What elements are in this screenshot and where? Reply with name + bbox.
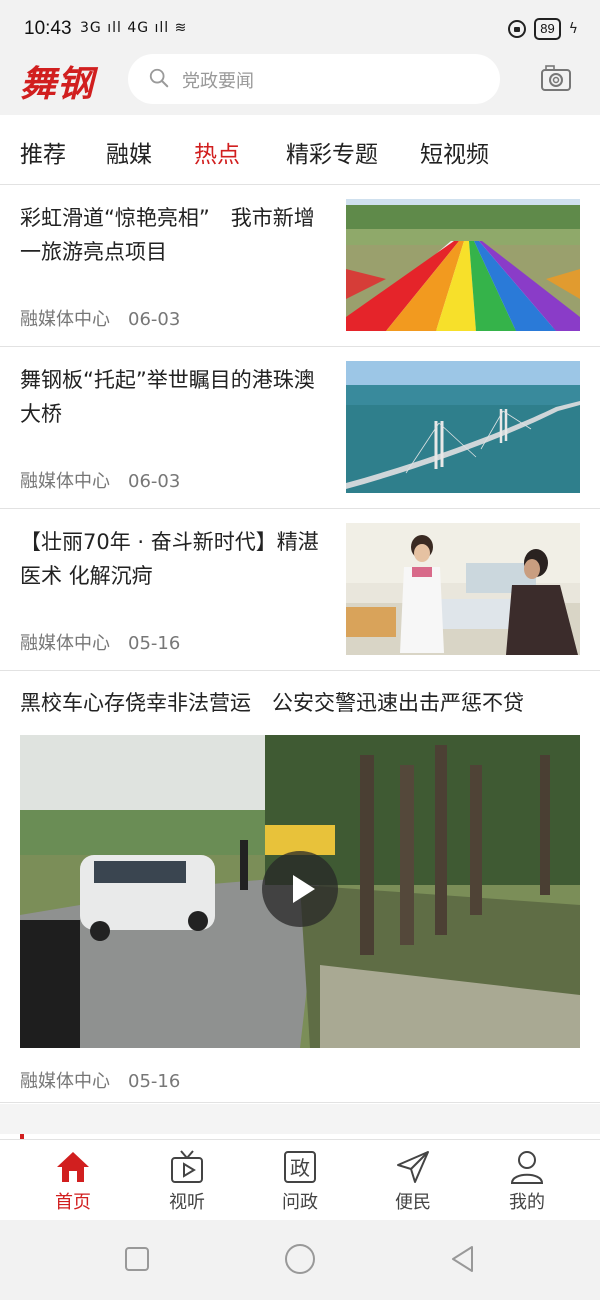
news-source: 融媒体中心 bbox=[20, 471, 110, 492]
video-player[interactable] bbox=[20, 735, 580, 1048]
news-source: 融媒体中心 bbox=[20, 309, 110, 330]
paper-plane-icon bbox=[397, 1151, 429, 1183]
news-item[interactable]: 【壮丽70年 · 奋斗新时代】精湛医术 化解沉疴 融媒体中心 05-16 bbox=[0, 509, 600, 671]
nav-label: 首页 bbox=[55, 1192, 91, 1213]
rainbow-slide-photo bbox=[346, 199, 580, 331]
video-meta: 融媒体中心 05-16 bbox=[20, 1067, 180, 1093]
news-source: 融媒体中心 bbox=[20, 633, 110, 654]
back-icon[interactable] bbox=[448, 1244, 478, 1274]
play-button[interactable] bbox=[262, 851, 338, 927]
channel-tabs: 推荐 融媒 热点 精彩专题 短视频 bbox=[0, 115, 600, 185]
bridge-photo bbox=[346, 361, 580, 493]
tab-hot[interactable]: 热点 bbox=[194, 135, 240, 169]
bottom-navigation: 首页 视听 政 问政 便民 我的 bbox=[0, 1139, 600, 1220]
news-meta: 融媒体中心 06-03 bbox=[20, 467, 180, 493]
news-date: 06-03 bbox=[128, 471, 181, 492]
nav-politics[interactable]: 政 问政 bbox=[250, 1148, 350, 1214]
tab-recommend[interactable]: 推荐 bbox=[20, 135, 66, 169]
zheng-icon: 政 bbox=[284, 1151, 316, 1183]
status-time: 10:43 bbox=[24, 18, 72, 39]
news-date: 06-03 bbox=[128, 309, 181, 330]
news-title: 彩虹滑道“惊艳亮相” 我市新增一旅游亮点项目 bbox=[20, 206, 315, 264]
home-icon bbox=[57, 1152, 89, 1182]
news-item[interactable]: 舞钢板“托起”举世瞩目的港珠澳大桥 融媒体中心 06-03 bbox=[0, 347, 600, 509]
search-bar[interactable]: 党政要闻 bbox=[128, 54, 500, 104]
nav-label: 视听 bbox=[169, 1192, 205, 1213]
nav-home[interactable]: 首页 bbox=[23, 1148, 123, 1214]
news-title: 舞钢板“托起”举世瞩目的港珠澳大桥 bbox=[20, 368, 315, 426]
camera-icon[interactable] bbox=[540, 63, 572, 93]
news-meta: 融媒体中心 05-16 bbox=[20, 629, 180, 655]
video-title: 黑校车心存侥幸非法营运 公安交警迅速出击严惩不贷 bbox=[20, 691, 524, 715]
hospital-photo bbox=[346, 523, 580, 655]
app-logo: 舞钢 bbox=[20, 63, 95, 105]
search-placeholder: 党政要闻 bbox=[182, 71, 254, 92]
video-source: 融媒体中心 bbox=[20, 1071, 110, 1092]
app-header: 舞钢 党政要闻 bbox=[0, 45, 600, 115]
nav-label: 问政 bbox=[282, 1192, 318, 1213]
news-item[interactable]: 彩虹滑道“惊艳亮相” 我市新增一旅游亮点项目 融媒体中心 06-03 bbox=[0, 185, 600, 347]
tab-short-video[interactable]: 短视频 bbox=[420, 135, 489, 169]
search-icon bbox=[149, 68, 169, 88]
nav-media[interactable]: 视听 bbox=[137, 1148, 237, 1214]
user-icon bbox=[510, 1151, 544, 1184]
news-date: 05-16 bbox=[128, 633, 181, 654]
tab-topics[interactable]: 精彩专题 bbox=[286, 135, 378, 169]
system-navigation bbox=[0, 1220, 600, 1300]
video-news-item[interactable]: 黑校车心存侥幸非法营运 公安交警迅速出击严惩不贷 融媒体中心 05-16 bbox=[0, 671, 600, 1103]
rotation-lock-icon bbox=[508, 20, 527, 38]
battery-indicator: 89 bbox=[534, 18, 561, 40]
nav-label: 便民 bbox=[395, 1192, 431, 1213]
section-gap bbox=[0, 1104, 600, 1134]
home-button-icon[interactable] bbox=[283, 1242, 317, 1276]
news-meta: 融媒体中心 06-03 bbox=[20, 305, 180, 331]
news-title: 【壮丽70年 · 奋斗新时代】精湛医术 化解沉疴 bbox=[20, 530, 319, 588]
recent-apps-icon[interactable] bbox=[122, 1244, 152, 1274]
nav-label: 我的 bbox=[509, 1192, 545, 1213]
status-right: 89 ϟ bbox=[508, 18, 578, 40]
nav-profile[interactable]: 我的 bbox=[477, 1148, 577, 1214]
tv-icon bbox=[171, 1150, 203, 1183]
video-date: 05-16 bbox=[128, 1071, 181, 1092]
charging-icon: ϟ bbox=[568, 21, 578, 37]
nav-services[interactable]: 便民 bbox=[363, 1148, 463, 1214]
svg-text:政: 政 bbox=[290, 1156, 310, 1180]
signal-icons: 3G ıll 4G ıll ≋ bbox=[80, 20, 188, 36]
tab-media[interactable]: 融媒 bbox=[106, 135, 152, 169]
